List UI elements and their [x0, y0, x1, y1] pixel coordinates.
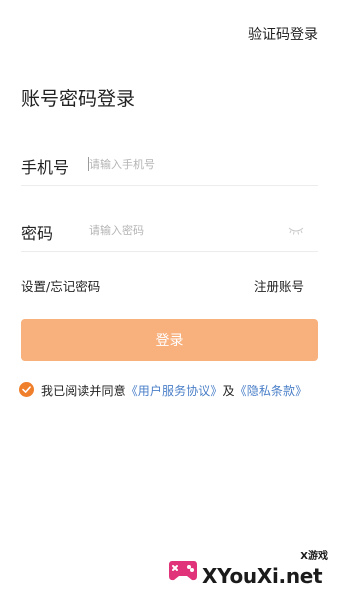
- phone-field-label: 手机号: [21, 158, 70, 177]
- gamepad-logo-icon: [169, 561, 197, 581]
- watermark: X游戏 XYouXi.net: [166, 542, 336, 600]
- agreement-row: 我已阅读并同意《用户服务协议》及《隐私条款》: [19, 380, 331, 400]
- privacy-policy-link[interactable]: 《隐私条款》: [235, 384, 308, 398]
- password-input[interactable]: [89, 218, 289, 242]
- password-field-label: 密码: [21, 224, 54, 243]
- agreement-text: 我已阅读并同意《用户服务协议》及《隐私条款》: [41, 382, 307, 399]
- verification-code-login-link[interactable]: 验证码登录: [248, 24, 318, 44]
- aux-links-row: 设置/忘记密码 注册账号: [21, 276, 304, 294]
- eye-closed-icon[interactable]: [288, 226, 304, 236]
- watermark-brand: XYouXi.net: [202, 564, 323, 588]
- agreement-conjunction: 及: [222, 384, 235, 398]
- agreement-prefix: 我已阅读并同意: [41, 384, 126, 398]
- phone-field: 手机号: [21, 146, 318, 186]
- forgot-password-link[interactable]: 设置/忘记密码: [21, 276, 100, 295]
- watermark-subtitle: X游戏: [300, 551, 328, 562]
- phone-input[interactable]: [89, 152, 289, 176]
- login-button[interactable]: 登录: [21, 319, 318, 361]
- password-field: 密码: [21, 212, 318, 252]
- user-agreement-link[interactable]: 《用户服务协议》: [126, 384, 223, 398]
- checkbox-checked-icon[interactable]: [19, 382, 34, 397]
- page-title: 账号密码登录: [21, 88, 136, 110]
- register-link[interactable]: 注册账号: [254, 276, 304, 295]
